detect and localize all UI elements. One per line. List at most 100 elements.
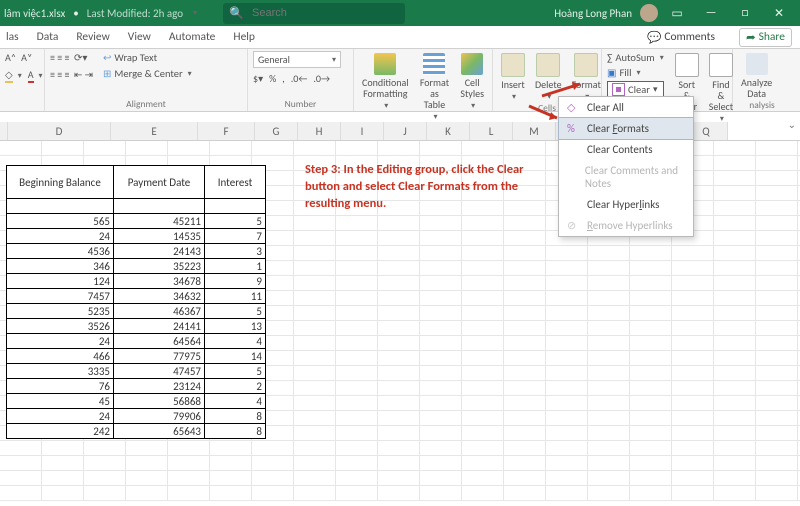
table-cell[interactable]: 56868 xyxy=(114,394,205,409)
col-header[interactable]: I xyxy=(341,122,384,140)
format-as-table-button[interactable]: Format as Table ▾ xyxy=(416,51,454,122)
menu-clear-comments[interactable]: Clear Comments and Notes xyxy=(559,160,693,194)
table-cell[interactable]: 79906 xyxy=(114,409,205,424)
table-cell[interactable]: 11 xyxy=(205,289,266,304)
table-cell[interactable]: 24 xyxy=(7,409,114,424)
font-size-controls[interactable]: A˄A˅ xyxy=(5,51,39,64)
table-cell[interactable]: 24143 xyxy=(114,244,205,259)
col-header[interactable]: H xyxy=(298,122,341,140)
table-cell[interactable]: 4 xyxy=(205,334,266,349)
table-cell[interactable]: 4 xyxy=(205,394,266,409)
table-cell[interactable]: 346 xyxy=(7,259,114,274)
wrap-text-button[interactable]: ↩ Wrap Text xyxy=(103,51,192,64)
col-header[interactable]: G xyxy=(255,122,298,140)
table-row[interactable]: 5235463675 xyxy=(7,304,266,319)
table-cell[interactable]: 242 xyxy=(7,424,114,439)
table-cell[interactable]: 45211 xyxy=(114,214,205,229)
table-cell[interactable]: 34678 xyxy=(114,274,205,289)
menu-clear-contents[interactable]: Clear Contents xyxy=(559,139,693,160)
data-table[interactable]: Beginning Balance Payment Date Interest … xyxy=(6,165,266,439)
table-row[interactable]: 4667797514 xyxy=(7,349,266,364)
menu-clear-all[interactable]: ◇ Clear All xyxy=(559,97,693,118)
table-header[interactable]: Interest xyxy=(205,166,266,199)
ribbon-options-icon[interactable]: ▭ xyxy=(662,6,692,21)
table-row[interactable]: 76231242 xyxy=(7,379,266,394)
menu-remove-hyperlinks[interactable]: ⊘ Remove Hyperlinks xyxy=(559,215,693,236)
analyze-data-button[interactable]: Analyze Data xyxy=(738,51,775,99)
table-cell[interactable]: 46367 xyxy=(114,304,205,319)
col-header[interactable]: K xyxy=(427,122,470,140)
tab-review[interactable]: Review xyxy=(76,30,109,44)
table-cell[interactable] xyxy=(205,199,266,214)
tab-formulas[interactable]: las xyxy=(6,30,19,44)
table-cell[interactable]: 124 xyxy=(7,274,114,289)
menu-clear-formats[interactable]: % Clear Formats xyxy=(558,117,694,140)
table-cell[interactable]: 3 xyxy=(205,244,266,259)
table-cell[interactable]: 466 xyxy=(7,349,114,364)
search-input[interactable] xyxy=(250,6,396,20)
table-cell[interactable]: 24141 xyxy=(114,319,205,334)
table-cell[interactable]: 23124 xyxy=(114,379,205,394)
table-row[interactable]: 565452115 xyxy=(7,214,266,229)
merge-center-button[interactable]: ⊞ Merge & Center ▾ xyxy=(103,67,192,80)
number-buttons[interactable]: $▾%,.0←.0→ xyxy=(253,72,348,85)
menu-clear-hyperlinks[interactable]: Clear Hyperlinks xyxy=(559,194,693,215)
col-header[interactable]: J xyxy=(384,122,427,140)
col-header[interactable]: L xyxy=(470,122,513,140)
col-header[interactable]: E xyxy=(111,122,198,140)
table-cell[interactable]: 5 xyxy=(205,214,266,229)
table-cell[interactable]: 3335 xyxy=(7,364,114,379)
table-cell[interactable]: 3526 xyxy=(7,319,114,334)
col-header[interactable]: M xyxy=(513,122,556,140)
align-top-row[interactable]: ≡ ≡ ≡ ⟳▾ xyxy=(50,51,93,64)
table-cell[interactable]: 2 xyxy=(205,379,266,394)
table-header[interactable]: Beginning Balance xyxy=(7,166,114,199)
table-cell[interactable]: 4536 xyxy=(7,244,114,259)
table-cell[interactable]: 14535 xyxy=(114,229,205,244)
table-cell[interactable]: 9 xyxy=(205,274,266,289)
table-row[interactable]: 4536241433 xyxy=(7,244,266,259)
tab-help[interactable]: Help xyxy=(233,30,255,44)
fill-button[interactable]: ▣ Fill▾ xyxy=(607,66,664,79)
tab-data[interactable]: Data xyxy=(37,30,59,44)
table-cell[interactable]: 45 xyxy=(7,394,114,409)
table-row[interactable]: 74573463211 xyxy=(7,289,266,304)
maximize-icon[interactable]: □ xyxy=(730,6,760,20)
table-row[interactable]: 242656438 xyxy=(7,424,266,439)
font-color-controls[interactable]: ◇▾A▾ xyxy=(5,68,39,83)
autosum-button[interactable]: ∑ AutoSum▾ xyxy=(607,51,664,64)
table-cell[interactable]: 5 xyxy=(205,304,266,319)
table-cell[interactable]: 8 xyxy=(205,409,266,424)
col-header[interactable]: F xyxy=(198,122,255,140)
table-row[interactable]: 346352231 xyxy=(7,259,266,274)
number-format-select[interactable]: General▾ xyxy=(253,51,341,68)
find-select-button[interactable]: Find & Select▾ xyxy=(706,51,736,124)
table-cell[interactable]: 34632 xyxy=(114,289,205,304)
table-cell[interactable]: 35223 xyxy=(114,259,205,274)
close-icon[interactable]: ✕ xyxy=(764,6,794,21)
table-cell[interactable]: 65643 xyxy=(114,424,205,439)
conditional-formatting-button[interactable]: Conditional Formatting ▾ xyxy=(359,51,412,122)
tab-automate[interactable]: Automate xyxy=(169,30,216,44)
table-cell[interactable] xyxy=(7,199,114,214)
table-row[interactable]: 24145357 xyxy=(7,229,266,244)
insert-button[interactable]: Insert▾ xyxy=(498,51,528,102)
comments-button[interactable]: 💬 Comments xyxy=(641,29,721,46)
minimize-icon[interactable]: — xyxy=(696,6,726,20)
col-header[interactable]: D xyxy=(8,122,111,140)
table-row[interactable]: 24799068 xyxy=(7,409,266,424)
table-cell[interactable]: 14 xyxy=(205,349,266,364)
table-row[interactable]: 124346789 xyxy=(7,274,266,289)
table-cell[interactable]: 77975 xyxy=(114,349,205,364)
table-header[interactable]: Payment Date xyxy=(114,166,205,199)
share-button[interactable]: ➦ Share xyxy=(739,28,792,47)
cell-styles-button[interactable]: Cell Styles ▾ xyxy=(457,51,487,122)
tab-view[interactable]: View xyxy=(128,30,151,44)
avatar[interactable] xyxy=(640,4,658,22)
table-cell[interactable]: 47457 xyxy=(114,364,205,379)
table-cell[interactable]: 5235 xyxy=(7,304,114,319)
table-cell[interactable]: 76 xyxy=(7,379,114,394)
table-row[interactable] xyxy=(7,199,266,214)
table-cell[interactable]: 565 xyxy=(7,214,114,229)
table-row[interactable]: 35262414113 xyxy=(7,319,266,334)
